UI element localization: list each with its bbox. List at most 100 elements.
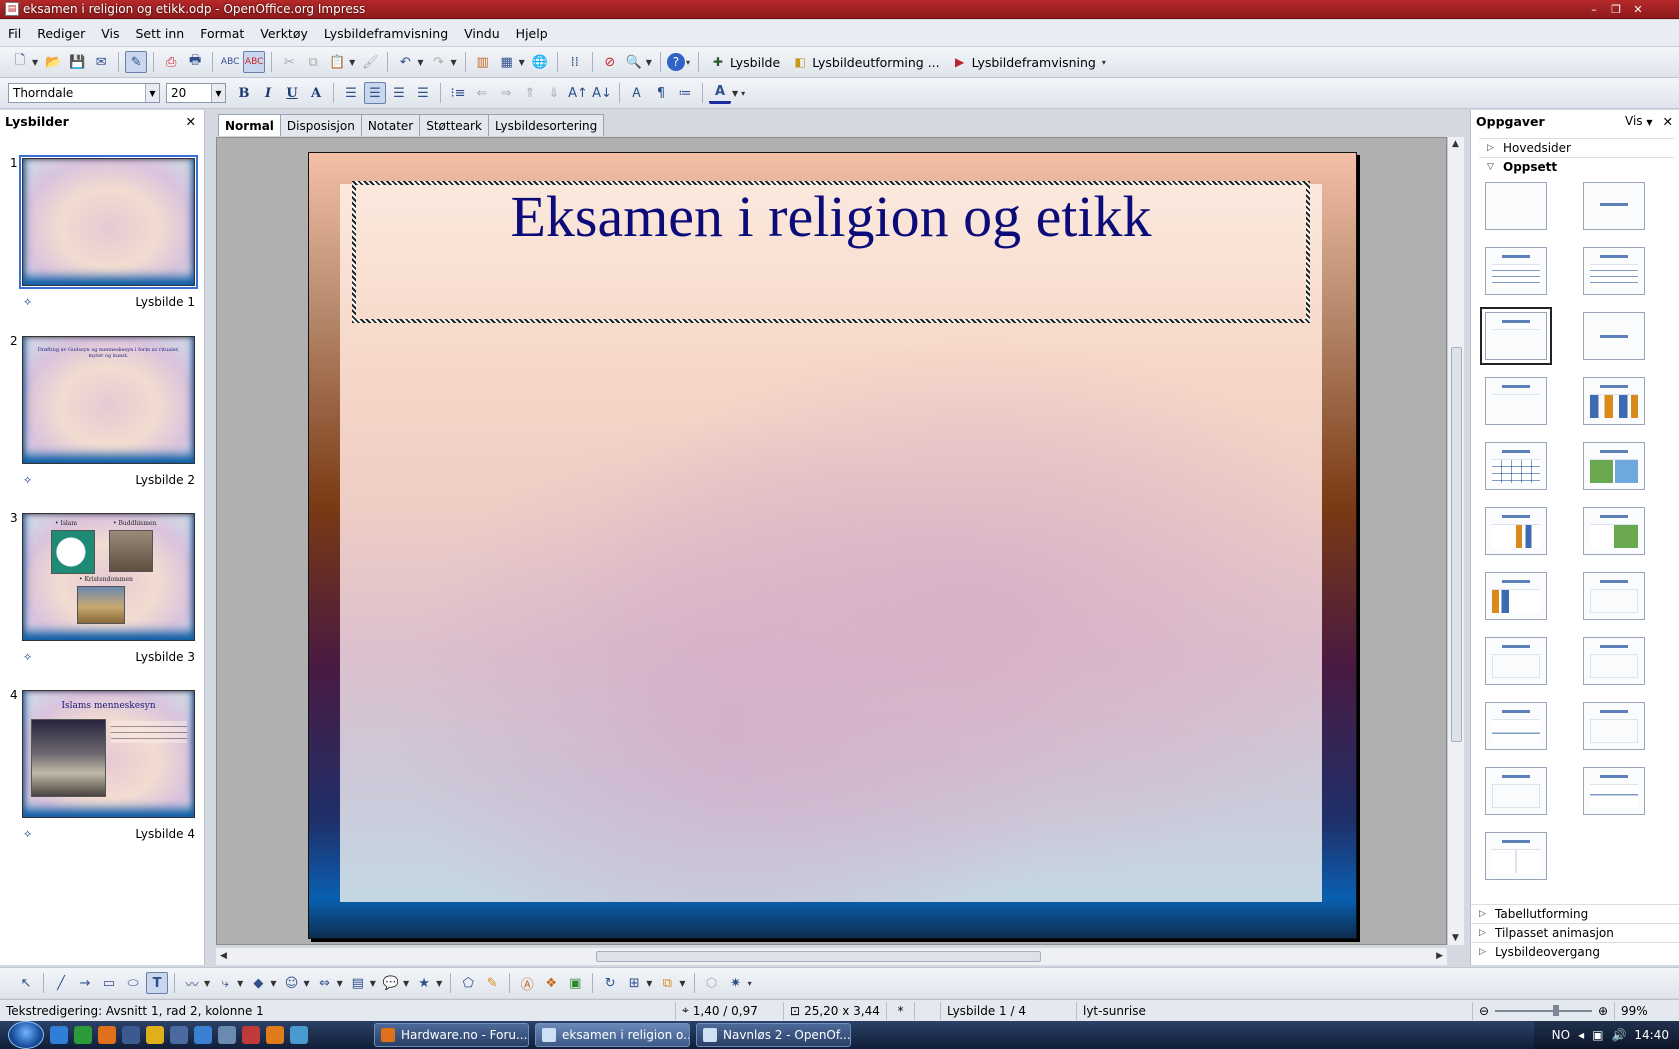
taskbar-button-impress[interactable]: eksamen i religion o... [535,1023,690,1047]
minimize-button[interactable]: – [1583,1,1605,17]
vertical-scrollbar[interactable]: ▲ ▼ [1447,137,1464,945]
curve-icon[interactable]: 〰 [181,972,203,994]
layout-title-chart-text[interactable] [1485,572,1547,620]
insert-image-icon[interactable]: ▣ [564,972,586,994]
slide-thumbnail-preview[interactable]: Islams menneskesyn [22,690,195,818]
language-indicator[interactable]: NO [1552,1028,1570,1042]
layout-title-slide[interactable] [1583,182,1645,230]
horizontal-scrollbar[interactable]: ◀ ▶ [216,948,1447,965]
connector-icon[interactable]: ⤷ [214,972,236,994]
grid-icon[interactable]: ⁞⁞ [564,51,586,73]
table-dropdown-icon[interactable]: ▼ [519,58,525,67]
network-icon[interactable]: ▣ [1592,1028,1603,1042]
layout-title-2objects-text[interactable] [1583,702,1645,750]
horizontal-scroll-thumb[interactable] [596,951,1041,962]
impress-app-icon[interactable]: ▤ [5,2,19,16]
close-icon[interactable]: ✕ [1663,114,1673,129]
app-icon[interactable] [290,1026,308,1044]
menu-edit[interactable]: Rediger [35,24,87,43]
layout-title-text-chart[interactable] [1485,507,1547,555]
slide-thumbnail-preview[interactable]: • Islam • Buddhismen • Kristendommen [22,513,195,641]
zoom-dropdown-icon[interactable]: ▼ [646,58,652,67]
taskbar-button-untitled[interactable]: Navnløs 2 - OpenOf... [696,1023,851,1047]
glue-points-icon[interactable]: ✎ [481,972,503,994]
points-icon[interactable]: ⬠ [457,972,479,994]
undo-dropdown-icon[interactable]: ▼ [417,58,423,67]
app-icon[interactable] [122,1026,140,1044]
close-icon[interactable]: ✕ [186,114,196,129]
tab-outline[interactable]: Disposisjon [279,114,362,136]
slide-button[interactable]: ✚ Lysbilde [704,51,786,73]
scroll-down-icon[interactable]: ▼ [1452,933,1459,943]
layout-title-text-image[interactable] [1583,507,1645,555]
cut-icon[interactable]: ✂ [278,51,300,73]
gallery-icon[interactable]: ❖ [540,972,562,994]
app-icon[interactable] [218,1026,236,1044]
layout-centered-text[interactable] [1583,312,1645,360]
scroll-up-icon[interactable]: ▲ [1452,139,1459,149]
zoom-in-icon[interactable]: ⊕ [1598,1004,1608,1018]
format-paintbrush-icon[interactable]: 🖌 [359,51,381,73]
slide-thumbnail-preview[interactable] [19,155,198,289]
paste-dropdown-icon[interactable]: ▼ [349,58,355,67]
align-objects-icon[interactable]: ⊞ [623,972,645,994]
toolbar-overflow-icon[interactable]: ▾ [1102,58,1106,67]
scroll-right-icon[interactable]: ▶ [1436,951,1443,961]
arrows-dropdown-icon[interactable]: ▼ [337,979,343,988]
slide-thumbnail-1[interactable]: 1 ⟡ Lysbilde 1 [0,155,205,326]
connector-dropdown-icon[interactable]: ▼ [237,979,243,988]
align-center-icon[interactable]: ☰ [364,82,386,104]
layout-title-2objects-over-text[interactable] [1485,767,1547,815]
layout-title-text-2objects[interactable] [1485,637,1547,685]
font-name-combo[interactable]: Thorndale ▼ [8,83,160,103]
decrease-font-icon[interactable]: A↓ [591,82,613,104]
underline-icon[interactable]: U [281,82,303,104]
status-zoom[interactable]: 99% [1615,1002,1654,1020]
menu-tools[interactable]: Verktøy [258,24,310,43]
font-color-dropdown-icon[interactable]: ▼ [732,89,738,98]
demote-icon[interactable]: ⇒ [495,82,517,104]
layout-title-4objects[interactable] [1485,832,1547,880]
menu-format[interactable]: Format [198,24,246,43]
save-icon[interactable]: 💾 [66,51,88,73]
section-custom-animation[interactable]: ▷ Tilpasset animasjon [1471,923,1679,942]
copy-icon[interactable]: ⧉ [302,51,324,73]
zoom-slider[interactable] [1495,1004,1592,1016]
section-table-design[interactable]: ▷ Tabellutforming [1471,904,1679,923]
slide-thumbnail-4[interactable]: 4 Islams menneskesyn ⟡ Lysbilde 4 [0,688,205,858]
symbol-dropdown-icon[interactable]: ▼ [303,979,309,988]
layout-title-chart[interactable] [1583,377,1645,425]
new-dropdown-icon[interactable]: ▼ [32,58,38,67]
toolbar-overflow-icon[interactable]: ▾ [741,89,745,98]
move-up-icon[interactable]: ⇑ [519,82,541,104]
open-folder-icon[interactable]: 📂 [42,51,64,73]
spellcheck-icon[interactable]: ABC [219,51,241,73]
layout-title-2[interactable] [1485,377,1547,425]
edit-mode-icon[interactable]: ✎ [125,51,148,73]
justify-icon[interactable]: ☰ [412,82,434,104]
slide-thumbnail-3[interactable]: 3 • Islam • Buddhismen • Kristendommen ⟡… [0,511,205,681]
layout-title-text-over-object[interactable] [1583,767,1645,815]
menu-insert[interactable]: Sett inn [134,24,187,43]
text-tool-icon[interactable]: T [146,972,168,994]
app-icon[interactable] [74,1026,92,1044]
email-icon[interactable]: ✉ [90,51,112,73]
align-dropdown-icon[interactable]: ▼ [646,979,652,988]
layout-title-content[interactable] [1485,247,1547,295]
curve-dropdown-icon[interactable]: ▼ [204,979,210,988]
slideshow-button[interactable]: ▶ Lysbildeframvisning [946,51,1102,73]
select-arrow-icon[interactable]: ↖ [15,972,37,994]
symbol-shapes-icon[interactable]: ☺ [280,972,302,994]
menu-slideshow[interactable]: Lysbildeframvisning [322,24,450,43]
chevron-down-icon[interactable]: ▼ [211,84,225,102]
menu-file[interactable]: Fil [6,24,23,43]
layout-blank[interactable] [1485,182,1547,230]
font-size-combo[interactable]: 20 ▼ [166,83,226,103]
toolbar-overflow-icon[interactable]: ▾ [748,979,752,988]
extrusion-icon[interactable]: ⬡ [701,972,723,994]
flowchart-icon[interactable]: ▤ [347,972,369,994]
ie-icon[interactable] [50,1026,68,1044]
clock[interactable]: 14:40 [1634,1028,1669,1042]
line-icon[interactable]: ╱ [50,972,72,994]
shadow-icon[interactable]: A [305,82,327,104]
